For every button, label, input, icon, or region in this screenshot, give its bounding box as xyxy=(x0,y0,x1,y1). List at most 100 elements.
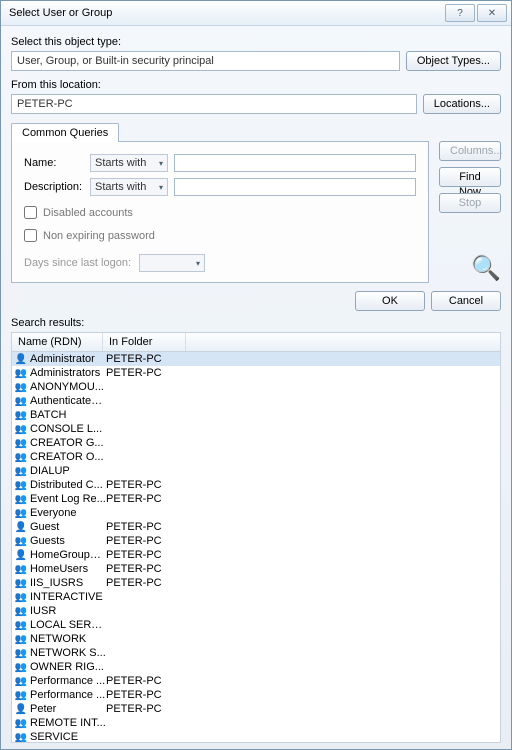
results-header: Name (RDN) In Folder xyxy=(11,332,501,352)
table-row[interactable]: 👤GuestPETER-PC xyxy=(12,520,500,534)
result-name: IIS_IUSRS xyxy=(30,577,106,589)
object-types-button[interactable]: Object Types... xyxy=(406,51,501,71)
common-queries-pane: Name: Starts with ▾ Description: Starts … xyxy=(11,141,429,283)
table-row[interactable]: 👥HomeUsersPETER-PC xyxy=(12,562,500,576)
table-row[interactable]: 👥GuestsPETER-PC xyxy=(12,534,500,548)
user-icon: 👤 xyxy=(14,703,28,715)
result-folder: PETER-PC xyxy=(106,535,186,547)
close-button[interactable]: ✕ xyxy=(477,4,507,22)
table-row[interactable]: 👥IIS_IUSRSPETER-PC xyxy=(12,576,500,590)
ok-button[interactable]: OK xyxy=(355,291,425,311)
user-icon: 👤 xyxy=(14,521,28,533)
result-folder: PETER-PC xyxy=(106,521,186,533)
result-name: Performance ... xyxy=(30,675,106,687)
description-match-combo[interactable]: Starts with ▾ xyxy=(90,178,168,196)
table-row[interactable]: 👥REMOTE INT... xyxy=(12,716,500,730)
result-folder: PETER-PC xyxy=(106,493,186,505)
name-label: Name: xyxy=(24,157,84,169)
result-name: HomeGroupU... xyxy=(30,549,106,561)
help-button[interactable]: ? xyxy=(445,4,475,22)
table-row[interactable]: 👥AdministratorsPETER-PC xyxy=(12,366,500,380)
result-name: BATCH xyxy=(30,409,106,421)
table-row[interactable]: 👥CONSOLE L... xyxy=(12,422,500,436)
non-expiring-checkbox[interactable] xyxy=(24,229,37,242)
table-row[interactable]: 👤PeterPETER-PC xyxy=(12,702,500,716)
group-icon: 👥 xyxy=(14,731,28,743)
table-row[interactable]: 👥Everyone xyxy=(12,506,500,520)
table-row[interactable]: 👥NETWORK S... xyxy=(12,646,500,660)
object-type-label: Select this object type: xyxy=(11,36,501,48)
result-name: NETWORK S... xyxy=(30,647,106,659)
result-folder: PETER-PC xyxy=(106,367,186,379)
result-name: SERVICE xyxy=(30,731,106,743)
result-folder: PETER-PC xyxy=(106,675,186,687)
col-spacer xyxy=(186,333,500,351)
result-name: Authenticated... xyxy=(30,395,106,407)
table-row[interactable]: 👤AdministratorPETER-PC xyxy=(12,352,500,366)
table-row[interactable]: 👥SERVICE xyxy=(12,730,500,743)
object-type-field: User, Group, or Built-in security princi… xyxy=(11,51,400,71)
table-row[interactable]: 👥IUSR xyxy=(12,604,500,618)
results-list[interactable]: 👤AdministratorPETER-PC👥AdministratorsPET… xyxy=(11,352,501,743)
result-folder: PETER-PC xyxy=(106,563,186,575)
disabled-accounts-label: Disabled accounts xyxy=(43,207,133,219)
non-expiring-check[interactable]: Non expiring password xyxy=(24,229,416,242)
description-match-value: Starts with xyxy=(95,181,146,193)
columns-button[interactable]: Columns... xyxy=(439,141,501,161)
name-input[interactable] xyxy=(174,154,416,172)
group-icon: 👥 xyxy=(14,661,28,673)
col-name-rdn[interactable]: Name (RDN) xyxy=(12,333,103,351)
location-field: PETER-PC xyxy=(11,94,417,114)
result-name: Guests xyxy=(30,535,106,547)
table-row[interactable]: 👤HomeGroupU...PETER-PC xyxy=(12,548,500,562)
group-icon: 👥 xyxy=(14,619,28,631)
result-name: CONSOLE L... xyxy=(30,423,106,435)
side-buttons: Columns... Find Now Stop 🔍 xyxy=(439,141,501,283)
dialog-body: Select this object type: User, Group, or… xyxy=(1,26,511,749)
result-name: Administrators xyxy=(30,367,106,379)
find-now-button[interactable]: Find Now xyxy=(439,167,501,187)
group-icon: 👥 xyxy=(14,675,28,687)
table-row[interactable]: 👥Distributed C...PETER-PC xyxy=(12,478,500,492)
titlebar: Select User or Group ? ✕ xyxy=(1,1,511,26)
table-row[interactable]: 👥OWNER RIG... xyxy=(12,660,500,674)
result-name: CREATOR O... xyxy=(30,451,106,463)
table-row[interactable]: 👥CREATOR G... xyxy=(12,436,500,450)
name-match-value: Starts with xyxy=(95,157,146,169)
table-row[interactable]: 👥INTERACTIVE xyxy=(12,590,500,604)
tab-common-queries[interactable]: Common Queries xyxy=(11,123,119,142)
search-results-label: Search results: xyxy=(11,317,501,329)
disabled-accounts-check[interactable]: Disabled accounts xyxy=(24,206,416,219)
stop-button[interactable]: Stop xyxy=(439,193,501,213)
group-icon: 👥 xyxy=(14,451,28,463)
table-row[interactable]: 👥Performance ...PETER-PC xyxy=(12,674,500,688)
group-icon: 👥 xyxy=(14,577,28,589)
group-icon: 👥 xyxy=(14,591,28,603)
group-icon: 👥 xyxy=(14,647,28,659)
search-icon: 🔍 xyxy=(471,254,501,283)
locations-button[interactable]: Locations... xyxy=(423,94,501,114)
description-input[interactable] xyxy=(174,178,416,196)
disabled-accounts-checkbox[interactable] xyxy=(24,206,37,219)
table-row[interactable]: 👥Performance ...PETER-PC xyxy=(12,688,500,702)
table-row[interactable]: 👥Event Log Re...PETER-PC xyxy=(12,492,500,506)
result-name: NETWORK xyxy=(30,633,106,645)
table-row[interactable]: 👥Authenticated... xyxy=(12,394,500,408)
result-name: Administrator xyxy=(30,353,106,365)
chevron-down-icon: ▾ xyxy=(159,183,163,192)
non-expiring-label: Non expiring password xyxy=(43,230,155,242)
table-row[interactable]: 👥CREATOR O... xyxy=(12,450,500,464)
table-row[interactable]: 👥DIALUP xyxy=(12,464,500,478)
cancel-button[interactable]: Cancel xyxy=(431,291,501,311)
table-row[interactable]: 👥ANONYMOU... xyxy=(12,380,500,394)
col-in-folder[interactable]: In Folder xyxy=(103,333,186,351)
result-name: Peter xyxy=(30,703,106,715)
group-icon: 👥 xyxy=(14,479,28,491)
group-icon: 👥 xyxy=(14,437,28,449)
table-row[interactable]: 👥NETWORK xyxy=(12,632,500,646)
table-row[interactable]: 👥LOCAL SERV... xyxy=(12,618,500,632)
result-name: IUSR xyxy=(30,605,106,617)
name-match-combo[interactable]: Starts with ▾ xyxy=(90,154,168,172)
result-name: ANONYMOU... xyxy=(30,381,106,393)
table-row[interactable]: 👥BATCH xyxy=(12,408,500,422)
